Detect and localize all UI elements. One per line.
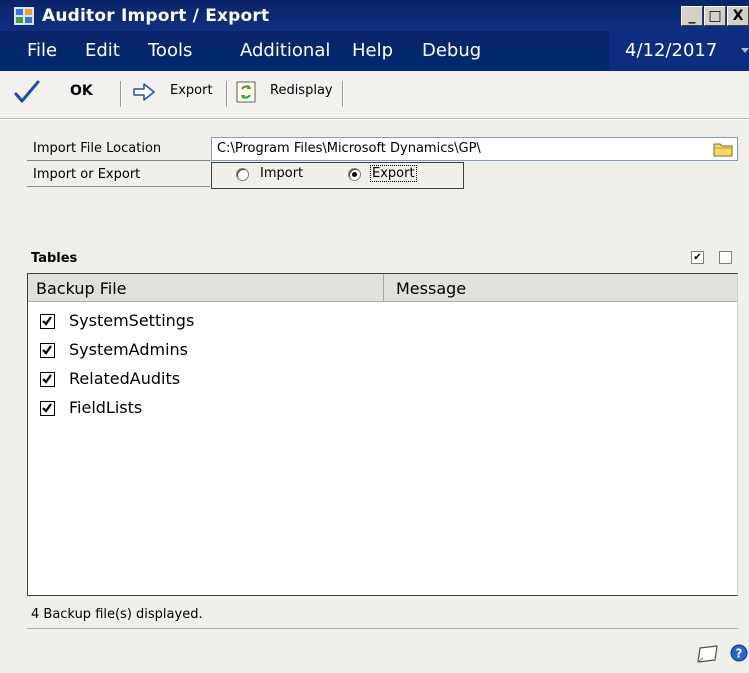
- row-checkbox[interactable]: [40, 372, 55, 387]
- table-row[interactable]: FieldLists: [28, 394, 737, 423]
- checkmark-icon: [42, 374, 52, 384]
- status-text: 4 Backup file(s) displayed.: [31, 607, 203, 622]
- chevron-down-icon: [741, 48, 749, 53]
- column-message[interactable]: Message: [396, 279, 466, 298]
- checkmark-icon: [42, 345, 52, 355]
- window-title: Auditor Import / Export: [42, 6, 270, 26]
- menu-file[interactable]: File: [27, 40, 57, 61]
- export-radio[interactable]: [348, 168, 361, 181]
- row-name: SystemSettings: [69, 311, 195, 330]
- import-file-location-field[interactable]: C:\Program Files\Microsoft Dynamics\GP\: [211, 137, 738, 161]
- user-date-dropdown[interactable]: 4/12/2017: [609, 31, 749, 71]
- column-backup-file[interactable]: Backup File: [36, 279, 127, 298]
- row-name: SystemAdmins: [69, 340, 188, 359]
- menu-tools[interactable]: Tools: [148, 40, 192, 61]
- toolbar-separator: [342, 81, 344, 107]
- menu-help[interactable]: Help: [352, 40, 393, 61]
- export-button[interactable]: Export: [170, 83, 213, 98]
- unmark-all-checkbox[interactable]: [719, 251, 732, 264]
- mark-all-checkbox[interactable]: ✔: [691, 251, 704, 264]
- toolbar: OK Export Redisplay: [0, 71, 749, 119]
- ok-button[interactable]: OK: [70, 83, 93, 99]
- backup-files-table: Backup File Message SystemSettings Syste…: [27, 273, 738, 596]
- tables-title: Tables: [31, 251, 78, 266]
- row-checkbox[interactable]: [40, 314, 55, 329]
- svg-text:?: ?: [736, 647, 743, 661]
- menu-edit[interactable]: Edit: [85, 40, 120, 61]
- toolbar-separator: [226, 81, 228, 107]
- import-radio[interactable]: [236, 168, 249, 181]
- status-divider: [27, 628, 738, 629]
- import-export-radio-group: Import Export: [211, 162, 464, 189]
- arrow-right-icon[interactable]: [133, 83, 155, 101]
- import-or-export-label: Import or Export: [33, 167, 141, 182]
- checkmark-icon: [42, 403, 52, 413]
- minimize-button[interactable]: _: [681, 6, 703, 26]
- import-file-location-value: C:\Program Files\Microsoft Dynamics\GP\: [217, 141, 481, 156]
- maximize-button[interactable]: □: [704, 6, 726, 26]
- column-divider: [383, 274, 384, 302]
- menu-additional[interactable]: Additional: [240, 40, 330, 61]
- help-icon[interactable]: ?: [730, 644, 748, 662]
- table-row[interactable]: SystemAdmins: [28, 336, 737, 365]
- note-icon[interactable]: [695, 644, 721, 664]
- checkmark-icon[interactable]: [14, 79, 40, 105]
- export-radio-label[interactable]: Export: [370, 165, 417, 182]
- auditor-import-export-window: Auditor Import / Export _ □ X File Edit …: [0, 0, 749, 673]
- title-bar[interactable]: Auditor Import / Export _ □ X: [0, 0, 749, 31]
- import-radio-label[interactable]: Import: [260, 166, 303, 181]
- import-file-location-label-row: Import File Location: [27, 138, 210, 161]
- table-row[interactable]: RelatedAudits: [28, 365, 737, 394]
- row-checkbox[interactable]: [40, 401, 55, 416]
- menu-debug[interactable]: Debug: [422, 40, 481, 61]
- toolbar-separator: [120, 81, 122, 107]
- row-checkbox[interactable]: [40, 343, 55, 358]
- import-file-location-label: Import File Location: [33, 141, 162, 156]
- table-row[interactable]: SystemSettings: [28, 307, 737, 336]
- folder-icon[interactable]: [713, 141, 733, 157]
- table-header: Backup File Message: [28, 274, 737, 302]
- user-date: 4/12/2017: [625, 40, 718, 61]
- refresh-icon[interactable]: [236, 81, 256, 103]
- main-panel: Import File Location C:\Program Files\Mi…: [0, 120, 749, 673]
- checkmark-icon: [42, 316, 52, 326]
- redisplay-button[interactable]: Redisplay: [270, 83, 333, 98]
- import-or-export-label-row: Import or Export: [27, 164, 210, 187]
- row-name: FieldLists: [69, 398, 143, 417]
- close-button[interactable]: X: [727, 6, 749, 26]
- row-name: RelatedAudits: [69, 369, 181, 388]
- app-icon: [14, 7, 34, 25]
